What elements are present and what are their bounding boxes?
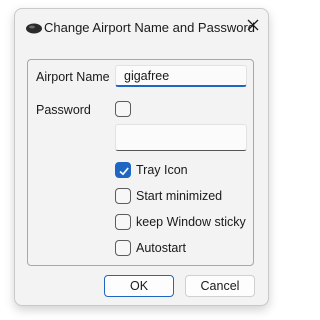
start-minimized-checkbox[interactable] bbox=[115, 188, 131, 204]
dialog-window: Change Airport Name and Password Airport… bbox=[14, 8, 269, 306]
airport-cloud-icon bbox=[25, 21, 43, 34]
tray-icon-checkbox[interactable] bbox=[115, 162, 131, 178]
close-icon bbox=[247, 18, 259, 36]
password-checkbox[interactable] bbox=[115, 101, 131, 117]
password-label: Password bbox=[36, 103, 91, 117]
airport-name-label: Airport Name bbox=[36, 70, 110, 84]
screen-background: Change Airport Name and Password Airport… bbox=[0, 0, 280, 320]
close-button[interactable] bbox=[241, 15, 265, 39]
cancel-button[interactable]: Cancel bbox=[185, 275, 255, 297]
title-bar[interactable]: Change Airport Name and Password bbox=[15, 9, 268, 45]
autostart-label: Autostart bbox=[136, 241, 187, 255]
settings-group: Airport Name gigafree Password Tray Icon… bbox=[27, 59, 254, 266]
password-input[interactable] bbox=[115, 124, 247, 151]
start-minimized-label: Start minimized bbox=[136, 189, 223, 203]
keep-window-sticky-checkbox[interactable] bbox=[115, 214, 131, 230]
tray-icon-label: Tray Icon bbox=[136, 163, 188, 177]
autostart-checkbox[interactable] bbox=[115, 240, 131, 256]
checkmark-icon bbox=[119, 167, 129, 176]
window-title: Change Airport Name and Password bbox=[44, 20, 256, 35]
ok-button[interactable]: OK bbox=[104, 275, 174, 297]
keep-window-sticky-label: keep Window sticky bbox=[136, 215, 246, 229]
airport-name-input[interactable]: gigafree bbox=[115, 65, 247, 87]
